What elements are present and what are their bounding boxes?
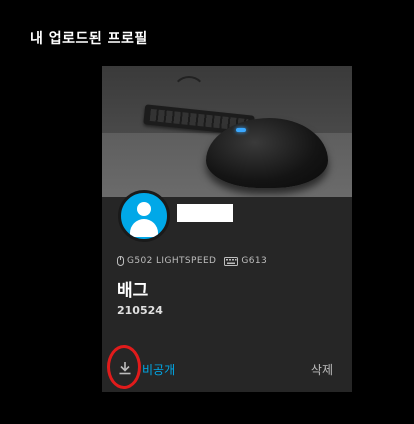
profile-name: 배그 [117,281,149,301]
delete-button[interactable]: 삭제 [311,361,333,378]
device-keyboard: G613 [224,256,267,266]
device-list: G502 LIGHTSPEED G613 [117,256,275,266]
device-keyboard-label: G613 [241,256,268,266]
visibility-toggle[interactable]: 비공개 [142,361,175,378]
annotation-circle [107,345,141,389]
page-title: 내 업로드된 프로필 [30,31,148,47]
device-mouse: G502 LIGHTSPEED [117,256,216,266]
page: 내 업로드된 프로필 G502 LIGHTSPEED G613 배그 21052… [0,0,414,424]
profile-card[interactable]: G502 LIGHTSPEED G613 배그 210524 비공개 삭제 [102,66,352,392]
mouse-icon [117,256,124,266]
profile-subtitle: 210524 [117,304,163,317]
device-mouse-label: G502 LIGHTSPEED [127,256,217,266]
username-redacted [177,204,233,222]
profile-banner-image [102,66,352,197]
keyboard-icon [224,256,239,266]
avatar [118,190,170,242]
